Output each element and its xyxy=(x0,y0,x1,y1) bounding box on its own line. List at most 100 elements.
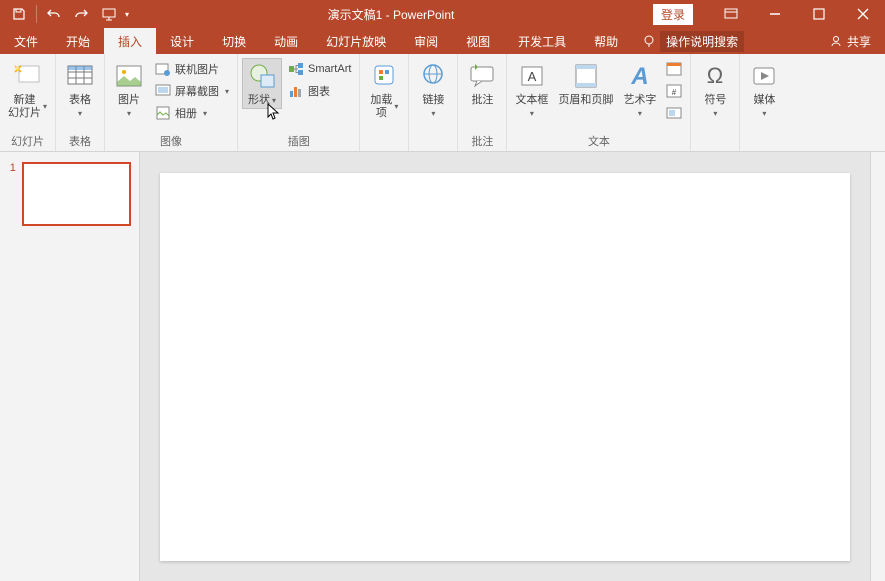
tab-home[interactable]: 开始 xyxy=(52,28,104,54)
smartart-button[interactable]: SmartArt xyxy=(284,58,355,80)
tab-insert[interactable]: 插入 xyxy=(104,28,156,54)
tab-view[interactable]: 视图 xyxy=(452,28,504,54)
tab-review[interactable]: 审阅 xyxy=(400,28,452,54)
new-slide-icon xyxy=(13,62,43,90)
screenshot-icon xyxy=(155,83,171,99)
textbox-button[interactable]: A 文本框 ▾ xyxy=(511,58,552,120)
minimize-button[interactable] xyxy=(753,0,797,28)
group-text: A 文本框 ▾ 页眉和页脚 A 艺术字 ▾ # xyxy=(507,54,691,151)
object-button[interactable] xyxy=(662,102,686,124)
group-links: 链接 ▾ xyxy=(409,54,458,151)
header-footer-icon xyxy=(571,62,601,90)
wordart-button[interactable]: A 艺术字 ▾ xyxy=(619,58,660,120)
ribbon-display-button[interactable] xyxy=(709,0,753,28)
album-icon xyxy=(155,105,171,121)
save-icon xyxy=(12,7,26,21)
save-button[interactable] xyxy=(6,2,32,26)
media-icon xyxy=(749,62,779,90)
smartart-icon xyxy=(288,61,304,77)
close-icon xyxy=(857,8,869,20)
tell-me-label: 操作说明搜索 xyxy=(660,31,744,52)
shapes-button[interactable]: 形状▾ xyxy=(242,58,282,109)
links-button[interactable]: 链接 ▾ xyxy=(413,58,453,120)
share-button[interactable]: 共享 xyxy=(815,28,885,54)
online-pictures-button[interactable]: 联机图片 xyxy=(151,58,233,80)
media-button[interactable]: 媒体 ▾ xyxy=(744,58,784,120)
tab-developer[interactable]: 开发工具 xyxy=(504,28,580,54)
chart-button[interactable]: 图表 xyxy=(284,80,355,102)
undo-button[interactable] xyxy=(41,2,67,26)
group-illustrations: 形状▾ SmartArt 图表 插图 xyxy=(238,54,360,151)
table-button[interactable]: 表格 ▾ xyxy=(60,58,100,120)
comment-icon xyxy=(467,62,497,90)
pictures-button[interactable]: 图片 ▾ xyxy=(109,58,149,120)
date-time-button[interactable] xyxy=(662,58,686,80)
lightbulb-icon xyxy=(642,34,656,48)
group-illustrations-label: 插图 xyxy=(242,131,355,151)
photo-album-button[interactable]: 相册▾ xyxy=(151,102,233,124)
group-images: 图片 ▾ 联机图片 屏幕截图▾ 相册▾ 图像 xyxy=(105,54,238,151)
slide-thumbnail-1[interactable]: 1 xyxy=(8,162,131,226)
slide-thumbnail[interactable] xyxy=(22,162,131,226)
chart-label: 图表 xyxy=(308,83,330,99)
comment-label: 批注 xyxy=(471,94,493,107)
online-pictures-label: 联机图片 xyxy=(175,61,219,77)
wordart-label: 艺术字 xyxy=(623,94,656,107)
group-slides-label: 幻灯片 xyxy=(4,131,51,151)
smartart-label: SmartArt xyxy=(308,63,351,75)
login-button[interactable]: 登录 xyxy=(653,4,693,25)
tab-design[interactable]: 设计 xyxy=(156,28,208,54)
shapes-label: 形状 xyxy=(248,94,270,107)
svg-text:Ω: Ω xyxy=(707,63,723,88)
pictures-label: 图片 xyxy=(118,94,140,107)
tab-slideshow[interactable]: 幻灯片放映 xyxy=(312,28,400,54)
wordart-icon: A xyxy=(625,62,655,90)
group-media-label xyxy=(744,135,784,151)
addins-button[interactable]: 加载 项▾ xyxy=(364,58,404,122)
shapes-icon xyxy=(247,62,277,90)
tell-me-search[interactable]: 操作说明搜索 xyxy=(632,28,754,54)
ribbon: 新建 幻灯片▾ 幻灯片 表格 ▾ 表格 图片 ▾ 联机图片 xyxy=(0,54,885,152)
group-addins: 加载 项▾ xyxy=(360,54,409,151)
links-label: 链接 xyxy=(422,94,444,107)
group-slides: 新建 幻灯片▾ 幻灯片 xyxy=(0,54,56,151)
quick-access-toolbar: ▾ xyxy=(0,2,129,26)
online-pictures-icon xyxy=(155,61,171,77)
svg-text:A: A xyxy=(528,69,537,84)
redo-button[interactable] xyxy=(69,2,95,26)
slide-number-button[interactable]: # xyxy=(662,80,686,102)
redo-icon xyxy=(75,7,89,21)
maximize-button[interactable] xyxy=(797,0,841,28)
new-slide-button[interactable]: 新建 幻灯片▾ xyxy=(4,58,51,122)
share-icon xyxy=(829,34,843,48)
date-icon xyxy=(666,61,682,77)
new-slide-label: 新建 幻灯片 xyxy=(8,94,41,120)
symbol-button[interactable]: Ω 符号 ▾ xyxy=(695,58,735,120)
group-addins-label xyxy=(364,135,404,151)
tab-help[interactable]: 帮助 xyxy=(580,28,632,54)
screenshot-button[interactable]: 屏幕截图▾ xyxy=(151,80,233,102)
slide-number-label: 1 xyxy=(8,162,16,174)
window-controls: 登录 xyxy=(653,0,885,28)
tab-animations[interactable]: 动画 xyxy=(260,28,312,54)
slide-canvas[interactable] xyxy=(160,173,850,561)
comment-button[interactable]: 批注 xyxy=(462,58,502,109)
slide-canvas-area[interactable] xyxy=(140,152,870,581)
ribbon-display-icon xyxy=(724,8,738,20)
group-comments-label: 批注 xyxy=(462,131,502,151)
link-icon xyxy=(418,62,448,90)
header-footer-label: 页眉和页脚 xyxy=(558,94,613,107)
tab-transitions[interactable]: 切换 xyxy=(208,28,260,54)
slide-number-icon: # xyxy=(666,83,682,99)
header-footer-button[interactable]: 页眉和页脚 xyxy=(554,58,617,109)
vertical-scrollbar[interactable] xyxy=(870,152,885,581)
group-links-label xyxy=(413,135,453,151)
table-label: 表格 xyxy=(69,94,91,107)
slide-thumbnails-panel[interactable]: 1 xyxy=(0,152,140,581)
close-button[interactable] xyxy=(841,0,885,28)
textbox-label: 文本框 xyxy=(515,94,548,107)
tab-file[interactable]: 文件 xyxy=(0,28,52,54)
screenshot-label: 屏幕截图 xyxy=(175,83,219,99)
share-label: 共享 xyxy=(847,33,871,50)
start-from-beginning-button[interactable] xyxy=(97,2,123,26)
